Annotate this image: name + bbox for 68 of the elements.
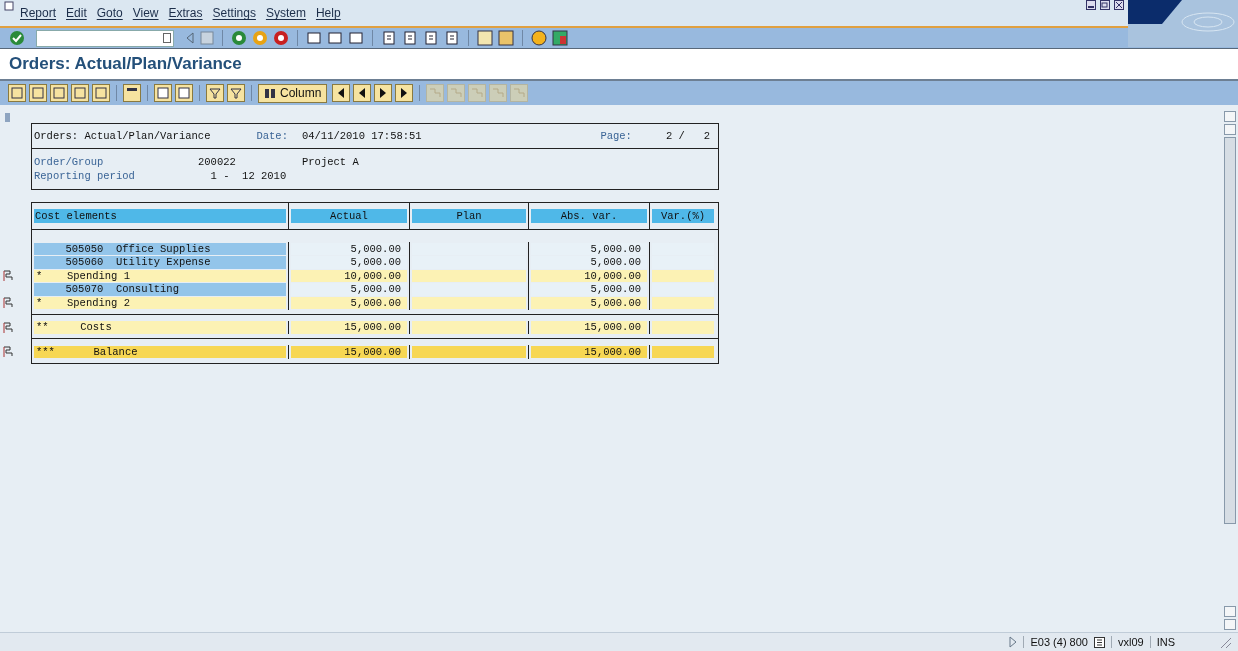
previous-icon[interactable] bbox=[353, 84, 372, 102]
date-value: 04/11/2010 17:58:51 bbox=[301, 130, 422, 142]
menu-item[interactable]: Report bbox=[20, 6, 57, 20]
next-icon[interactable] bbox=[374, 84, 393, 102]
date-label: Date: bbox=[256, 130, 288, 142]
insert-mode: INS bbox=[1149, 636, 1175, 648]
actual-cell: 10,000.00 bbox=[291, 269, 407, 282]
actual-cell: 15,000.00 bbox=[291, 321, 407, 334]
field-value: 1 - 12 2010 bbox=[209, 169, 288, 183]
field-label: Order/Group bbox=[34, 156, 105, 168]
page-label: Page: bbox=[600, 130, 632, 142]
cost-element-cell: * Spending 1 bbox=[34, 269, 286, 282]
menu-item[interactable]: Settings bbox=[212, 6, 256, 20]
menu-item[interactable]: Help bbox=[315, 6, 341, 20]
column-header: Plan bbox=[412, 209, 526, 223]
var-pct-cell bbox=[652, 269, 714, 282]
screen-title: Orders: Actual/Plan/Variance bbox=[9, 54, 242, 74]
scrollbar[interactable] bbox=[1224, 111, 1236, 630]
enter-icon[interactable] bbox=[9, 30, 25, 46]
field-label: Reporting period bbox=[34, 170, 136, 182]
cursor-marker bbox=[5, 113, 10, 122]
dropdown-icon[interactable] bbox=[163, 33, 171, 43]
menu-item[interactable]: Extras bbox=[168, 6, 203, 20]
exit-icon[interactable] bbox=[252, 30, 268, 46]
first-icon[interactable] bbox=[332, 84, 351, 102]
list-icon[interactable] bbox=[1093, 636, 1105, 648]
field-value: 200022 bbox=[198, 155, 237, 169]
var-pct-cell bbox=[652, 321, 714, 334]
cost-element-cell: *** Balance bbox=[34, 345, 286, 358]
column-header: Actual bbox=[291, 209, 407, 223]
minimize-icon[interactable] bbox=[1086, 0, 1096, 10]
menu-item[interactable]: View bbox=[132, 6, 159, 20]
actual-cell: 15,000.00 bbox=[291, 345, 407, 358]
abs-var-cell: 10,000.00 bbox=[531, 269, 647, 282]
abs-var-cell: 15,000.00 bbox=[531, 321, 647, 334]
column-button[interactable]: Column bbox=[258, 83, 328, 103]
cost-element-cell: 505050 Office Supplies bbox=[34, 242, 286, 255]
scroll-thumb[interactable] bbox=[1224, 137, 1236, 524]
actual-cell: 5,000.00 bbox=[291, 296, 407, 309]
page-value: 2 / 2 bbox=[665, 130, 710, 142]
server-name: vxl09 bbox=[1110, 636, 1144, 648]
field-description: Project A bbox=[302, 156, 359, 168]
cost-element-cell: * Spending 2 bbox=[34, 296, 286, 309]
menu-item[interactable]: Edit bbox=[66, 6, 87, 20]
menu-item[interactable]: Goto bbox=[96, 6, 123, 20]
help-icon[interactable] bbox=[531, 30, 547, 46]
abs-var-cell: 15,000.00 bbox=[531, 345, 647, 358]
cost-element-cell: ** Costs bbox=[34, 321, 286, 334]
cost-element-cell: 505070 Consulting bbox=[34, 283, 286, 296]
var-pct-cell bbox=[652, 296, 714, 309]
system-info: E03 (4) 800 bbox=[1023, 636, 1088, 648]
menu-item[interactable]: System bbox=[265, 6, 306, 20]
cancel-icon[interactable] bbox=[273, 30, 289, 46]
column-header: Cost elements bbox=[34, 209, 286, 223]
column-header: Var.(%) bbox=[652, 209, 714, 223]
cost-element-cell: 505060 Utility Expense bbox=[34, 256, 286, 269]
last-icon[interactable] bbox=[395, 84, 414, 102]
close-icon[interactable] bbox=[1114, 0, 1124, 10]
report-title: Orders: Actual/Plan/Variance bbox=[34, 130, 211, 142]
restore-icon[interactable] bbox=[1100, 0, 1110, 10]
resize-grip-icon[interactable] bbox=[1218, 635, 1232, 649]
expand-icon[interactable] bbox=[1009, 636, 1018, 648]
triangle-icon[interactable] bbox=[185, 31, 195, 45]
abs-var-cell: 5,000.00 bbox=[531, 296, 647, 309]
command-field[interactable] bbox=[36, 29, 174, 47]
var-pct-cell bbox=[652, 345, 714, 358]
back-icon[interactable] bbox=[231, 30, 247, 46]
column-header: Abs. var. bbox=[531, 209, 647, 223]
